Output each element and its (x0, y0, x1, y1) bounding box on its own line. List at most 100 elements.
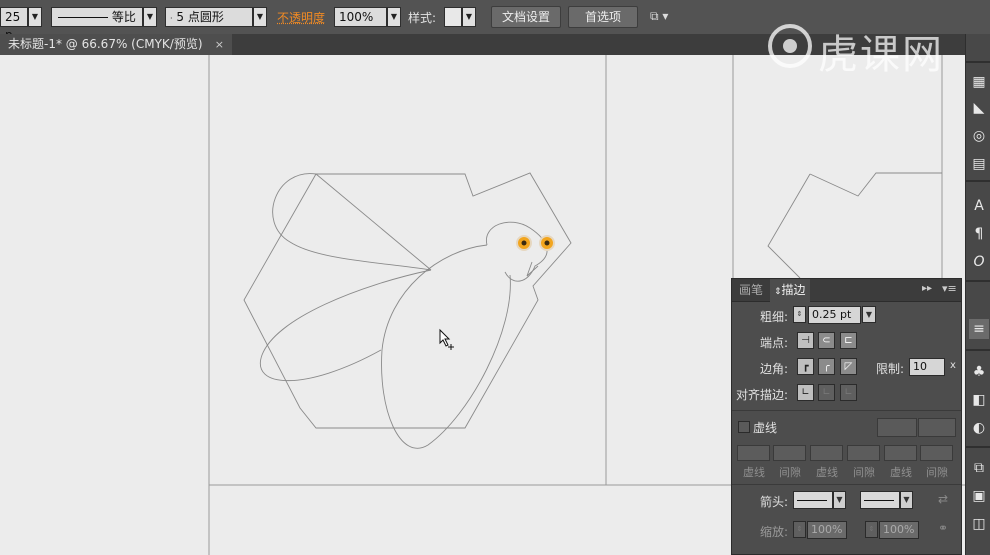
dashed-line-checkbox[interactable] (738, 421, 750, 433)
tab-brushes[interactable]: 画笔 (735, 279, 767, 301)
align-inside-button[interactable]: ∟ (818, 384, 835, 401)
align-outside-button[interactable]: ∟ (840, 384, 857, 401)
align-icon[interactable]: ▣ (969, 486, 989, 506)
round-join-button[interactable]: ╭ (818, 358, 835, 375)
document-tab[interactable]: 未标题-1* @ 66.67% (CMYK/预览) × (0, 34, 232, 55)
gap-3-label: 间隙 (926, 466, 948, 479)
body-shape (381, 244, 511, 449)
stroke-profile-field[interactable]: 等比 (51, 7, 143, 27)
lower-wing-shape (259, 269, 432, 382)
corner-label: 边角: (760, 362, 789, 376)
limit-suffix: x (950, 360, 956, 371)
limit-input[interactable]: 10 (909, 358, 945, 376)
collapse-icon[interactable]: ▸▸ (922, 283, 932, 294)
round-cap-button[interactable]: ⊂ (818, 332, 835, 349)
opacity-link[interactable]: 不透明度 (277, 9, 325, 26)
weight-stepper[interactable]: ⇕ (793, 306, 806, 323)
beak-shape (526, 261, 539, 277)
opacity-input[interactable]: 100% (334, 7, 387, 27)
stroke-profile-label: 等比 (111, 10, 136, 24)
grid-icon[interactable]: ▤ (969, 154, 989, 174)
bevel-join-button[interactable]: ◸ (840, 358, 857, 375)
dash-2-label: 虚线 (816, 466, 838, 479)
weight-input[interactable]: 0.25 pt (808, 306, 861, 324)
profile-line-icon (58, 17, 108, 18)
swap-arrowheads-icon[interactable]: ⇄ (938, 492, 948, 506)
swatches-icon[interactable]: ▦ (969, 72, 989, 92)
align-stroke-label: 对齐描边: (736, 388, 789, 402)
start-arrowhead-dropdown[interactable]: ▼ (833, 491, 846, 509)
brush-definition-dropdown[interactable]: ▼ (253, 7, 267, 27)
dash-3-label: 虚线 (890, 466, 912, 479)
dash-3-input[interactable] (884, 445, 917, 461)
gradient-icon[interactable]: ◣ (969, 98, 989, 118)
artboard2-shape-fragment (767, 172, 942, 279)
arrow-line-icon (864, 499, 894, 501)
hexagon-shape (243, 172, 572, 429)
stroke-profile-dropdown[interactable]: ▼ (143, 7, 157, 27)
eyes (516, 235, 555, 251)
arrow-line-icon (797, 499, 827, 501)
dash-1-label: 虚线 (743, 466, 765, 479)
cap-label: 端点: (760, 336, 789, 350)
panel-menu-icon[interactable]: ▾≡ (942, 282, 957, 295)
gap-2-label: 间隙 (853, 466, 875, 479)
brush-dot-icon: · (170, 14, 173, 23)
scale-1-input[interactable]: 100% (807, 521, 847, 539)
weight-label: 粗细: (760, 310, 789, 324)
character-icon[interactable]: A (969, 196, 989, 216)
dashed-line-label: 虚线 (753, 421, 778, 435)
paragraph-icon[interactable]: ¶ (969, 224, 989, 244)
close-tab-icon[interactable]: × (215, 34, 224, 55)
gap-1-input[interactable] (773, 445, 806, 461)
right-pupil (544, 240, 550, 246)
scale-2-stepper[interactable]: ⇕ (865, 521, 878, 538)
gap-2-input[interactable] (847, 445, 880, 461)
watermark-text: 虎课网 (818, 32, 944, 78)
right-panel-strip: ▦ ◣ ◎ ▤ A ¶ O ≡ ♣ ◧ ◐ ⧉ ▣ ◫ (965, 34, 990, 555)
symbols-icon[interactable]: ♣ (969, 362, 989, 382)
scale-label: 缩放: (760, 525, 789, 539)
end-arrowhead-select[interactable] (860, 491, 900, 509)
projecting-cap-button[interactable]: ⊏ (840, 332, 857, 349)
butt-cap-button[interactable]: ⊣ (797, 332, 814, 349)
opacity-dropdown[interactable]: ▼ (387, 7, 401, 27)
gap-1-label: 间隙 (779, 466, 801, 479)
opentype-icon[interactable]: O (969, 252, 989, 272)
tab-stroke[interactable]: ⇕描边 (770, 279, 810, 302)
stroke-weight-dropdown[interactable]: ▼ (28, 7, 42, 27)
layers-icon[interactable]: ◧ (969, 390, 989, 410)
watermark: 虎课网 (760, 16, 970, 78)
start-arrowhead-select[interactable] (793, 491, 833, 509)
arrange-icon[interactable]: ⧉ ▾ (650, 9, 668, 24)
document-setup-button[interactable]: 文档设置 (491, 6, 561, 28)
upper-wing-shape (272, 173, 432, 271)
appearance-icon[interactable]: ◎ (969, 126, 989, 146)
preferences-button[interactable]: 首选项 (568, 6, 638, 28)
tab-toggle-icon: ⇕ (774, 287, 782, 297)
style-label: 样式: (408, 11, 437, 25)
stroke-lines-icon[interactable]: ≡ (969, 319, 989, 339)
document-tab-title: 未标题-1* @ 66.67% (CMYK/预览) (8, 37, 203, 51)
scale-1-stepper[interactable]: ⇕ (793, 521, 806, 538)
scale-2-input[interactable]: 100% (879, 521, 919, 539)
gap-3-input[interactable] (920, 445, 953, 461)
wing-ray-1 (315, 173, 432, 271)
align-dash-button[interactable] (918, 418, 956, 437)
graphic-style-swatch[interactable] (444, 7, 462, 27)
brush-definition-field[interactable]: · 5 点圆形 (165, 7, 253, 27)
weight-dropdown[interactable]: ▼ (862, 306, 876, 323)
pathfinder-icon[interactable]: ◫ (969, 514, 989, 534)
transform-icon[interactable]: ⧉ (969, 458, 989, 478)
dash-2-input[interactable] (810, 445, 843, 461)
graphic-style-dropdown[interactable]: ▼ (462, 7, 476, 27)
stroke-weight-field[interactable]: 25 p (0, 7, 28, 42)
dash-1-input[interactable] (737, 445, 770, 461)
miter-join-button[interactable]: ┏ (797, 358, 814, 375)
align-center-button[interactable]: ∟ (797, 384, 814, 401)
link-scale-icon[interactable]: ⚭ (938, 521, 948, 535)
end-arrowhead-dropdown[interactable]: ▼ (900, 491, 913, 509)
head-shape (486, 221, 548, 282)
preserve-dash-button[interactable] (877, 418, 917, 437)
transparency-icon[interactable]: ◐ (969, 418, 989, 438)
